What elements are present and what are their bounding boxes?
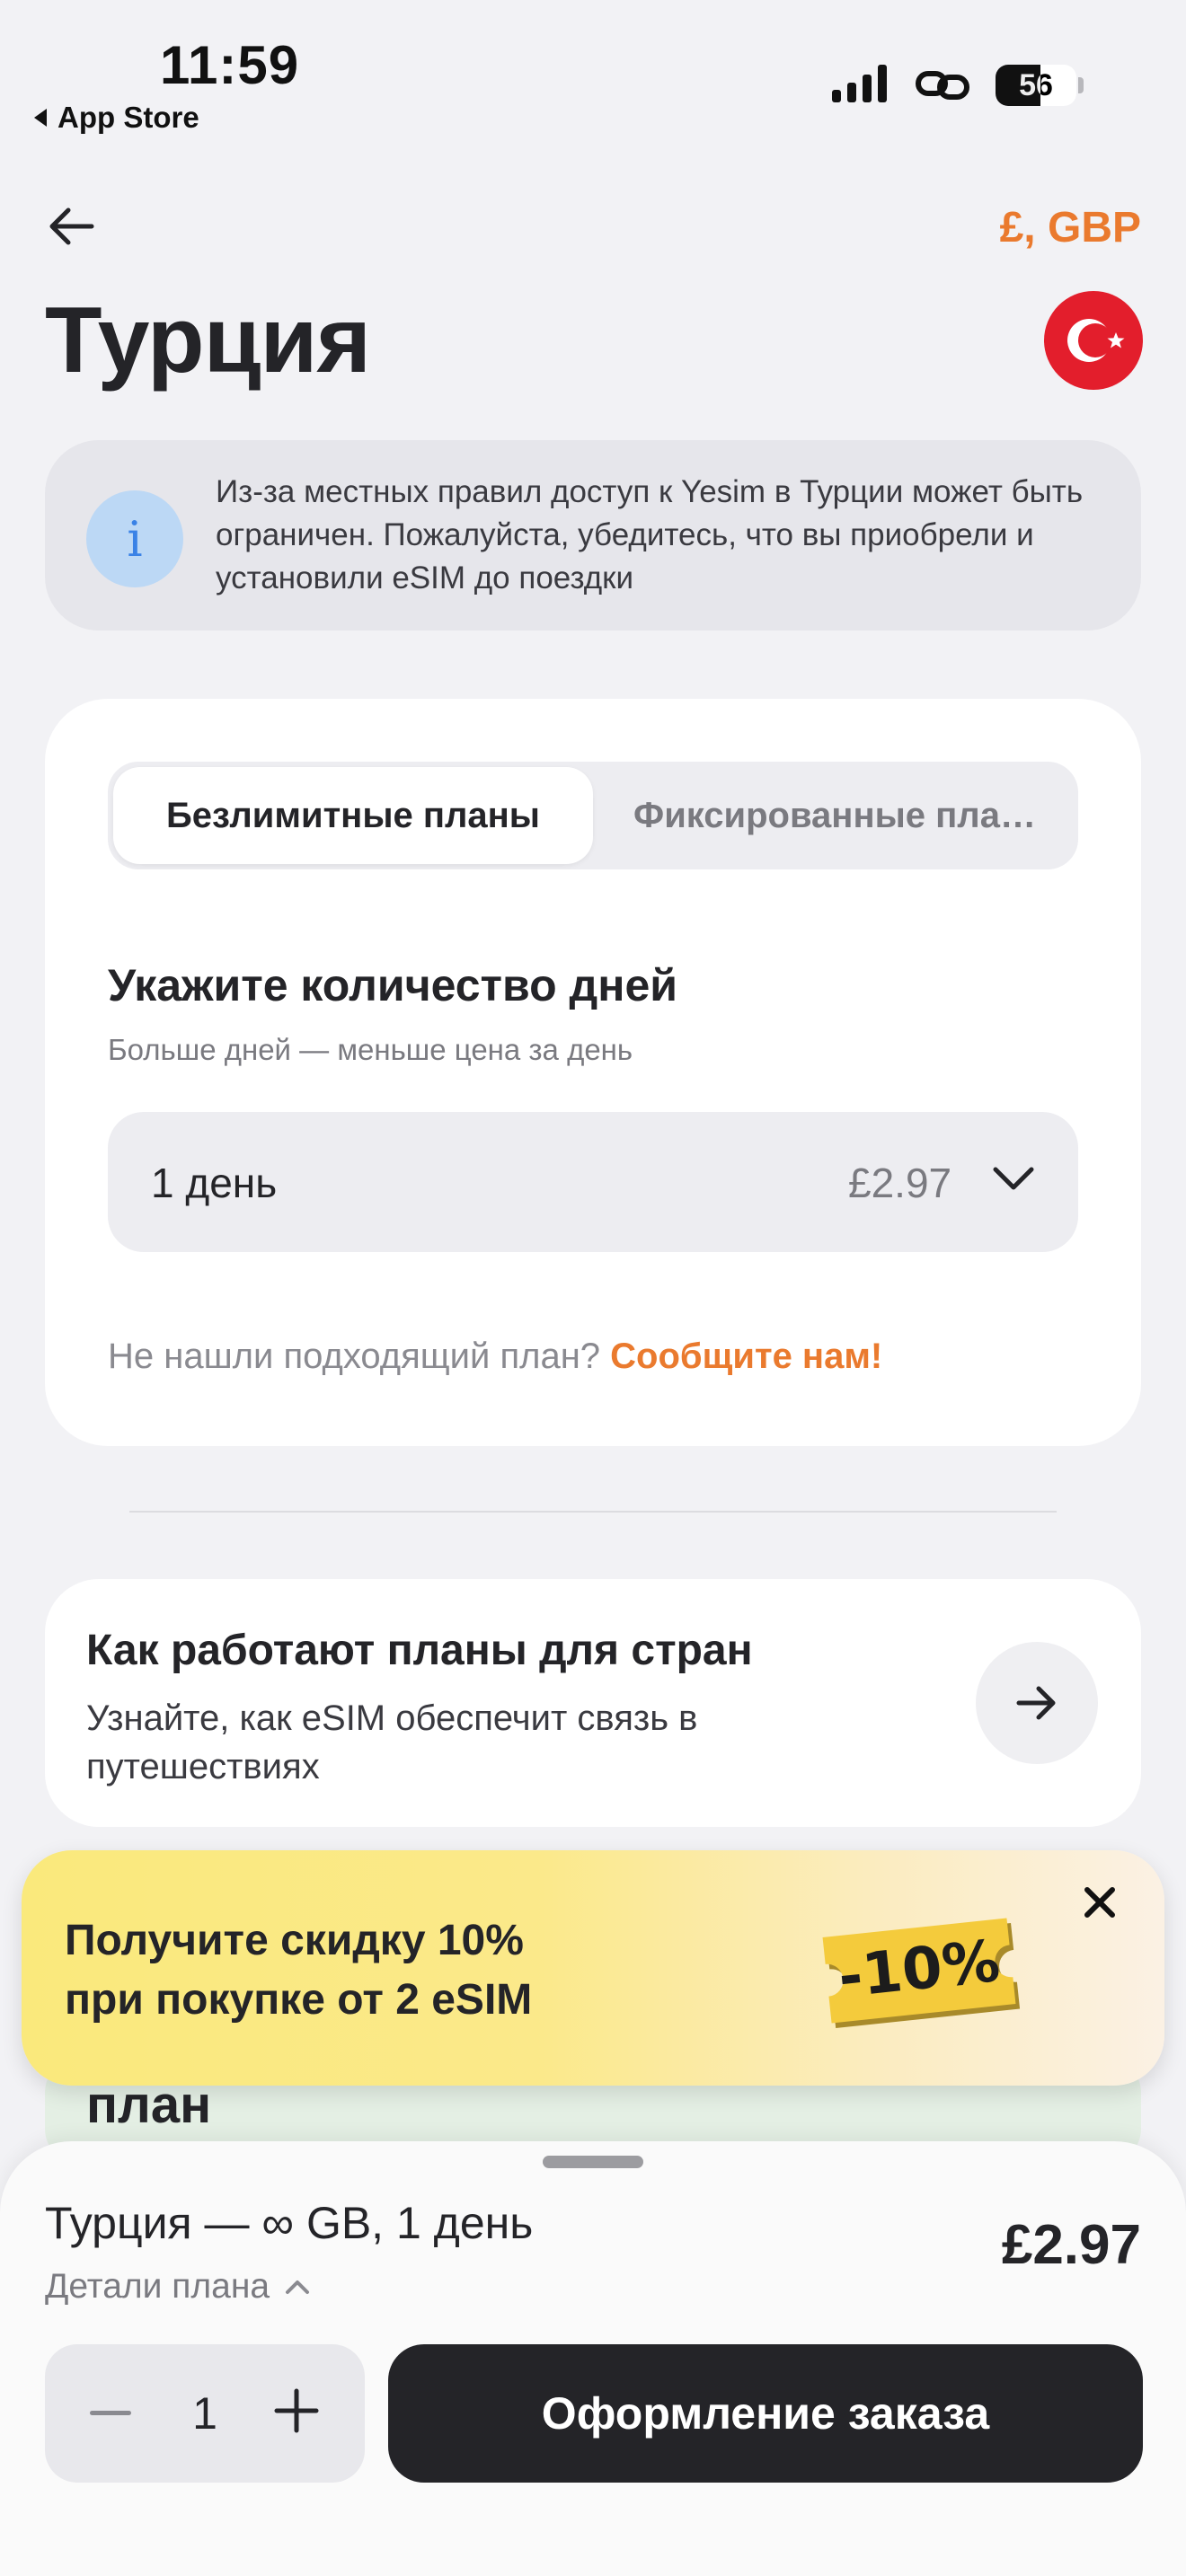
battery-tip [1078, 77, 1084, 93]
arrow-right-icon[interactable] [976, 1642, 1098, 1764]
back-triangle-icon [34, 109, 47, 127]
quantity-value: 1 [192, 2388, 217, 2439]
close-icon[interactable] [1082, 1884, 1118, 1925]
contact-us-link[interactable]: Сообщите нам! [610, 1337, 882, 1376]
days-dropdown-value: 1 день [151, 1160, 278, 1206]
discount-ticket-icon: -10% [807, 1908, 1031, 2038]
info-icon: i [86, 490, 183, 587]
battery-level: 56 [1019, 67, 1053, 102]
turkey-flag-icon [1044, 291, 1143, 390]
how-it-works-title: Как работают планы для стран [86, 1627, 753, 1674]
plus-icon[interactable] [273, 2387, 320, 2434]
days-dropdown-price: £2.97 [848, 1160, 952, 1206]
back-to-app-store-link[interactable]: App Store [34, 101, 199, 135]
promo-line-1: Получите скидку 10% [65, 1917, 524, 1964]
not-found-text: Не нашли подходящий план? Сообщите нам! [108, 1337, 882, 1377]
plan-details-toggle[interactable]: Детали плана [45, 2267, 311, 2307]
promo-text: Получите скидку 10% при покупке от 2 eSI… [65, 1911, 532, 2030]
back-arrow-icon[interactable] [45, 205, 95, 252]
chevron-down-icon[interactable] [992, 1164, 1035, 1201]
currency-selector[interactable]: £, GBP [1000, 203, 1141, 252]
divider [129, 1511, 1057, 1513]
tab-fixed-plans[interactable]: Фиксированные пла… [597, 767, 1073, 864]
selected-plan-name: Турция — ∞ GB, 1 день [45, 2198, 534, 2248]
cellular-signal-icon [832, 65, 887, 102]
minus-icon[interactable] [90, 2411, 131, 2415]
total-price: £2.97 [1001, 2214, 1141, 2276]
status-time: 11:59 [160, 35, 300, 95]
not-found-question: Не нашли подходящий план? [108, 1337, 601, 1376]
info-banner-text: Из-за местных правил доступ к Yesim в Ту… [216, 474, 1084, 595]
checkout-button[interactable]: Оформление заказа [388, 2344, 1143, 2483]
how-it-works-subtitle: Узнайте, как eSIM обеспечит связь в путе… [86, 1698, 698, 1786]
tab-unlimited-plans[interactable]: Безлимитные планы [113, 767, 593, 864]
plan-details-label: Детали плана [45, 2267, 270, 2306]
sheet-drag-handle[interactable] [543, 2156, 643, 2168]
promo-line-2: при покупке от 2 eSIM [65, 1976, 533, 2024]
link-icon [915, 65, 970, 110]
days-section-title: Укажите количество дней [108, 960, 678, 1010]
page-title: Турция [45, 288, 371, 393]
chevron-up-icon [286, 2280, 310, 2294]
days-section-subtitle: Больше дней — меньше цена за день [108, 1033, 633, 1066]
battery-icon: 56 [996, 65, 1076, 106]
back-app-label: App Store [58, 101, 199, 134]
